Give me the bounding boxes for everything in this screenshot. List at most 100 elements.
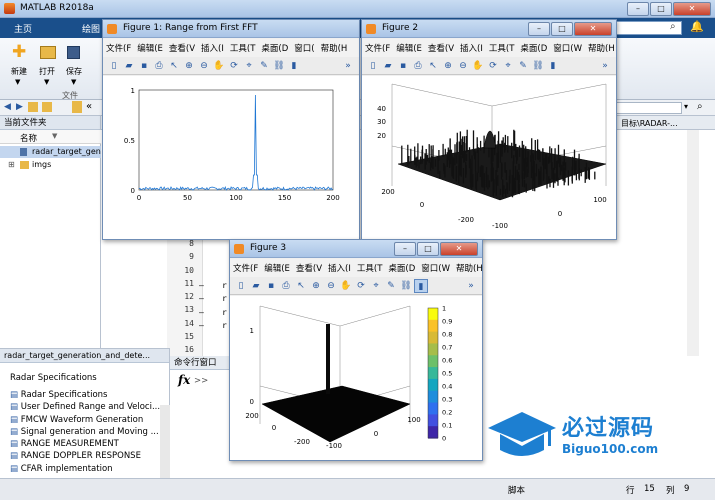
rotate-icon[interactable]: ⟳ bbox=[354, 279, 368, 293]
zoom-out-icon[interactable]: ⊖ bbox=[324, 279, 338, 293]
close-button[interactable]: ✕ bbox=[574, 22, 612, 36]
menu-view[interactable]: 查看(V bbox=[166, 42, 198, 54]
list-item[interactable]: ⊞ imgs bbox=[0, 159, 101, 171]
list-item[interactable]: radar_target_gene bbox=[0, 146, 106, 158]
print-icon[interactable]: ⎙ bbox=[411, 59, 425, 73]
zoom-in-icon[interactable]: ⊕ bbox=[309, 279, 323, 293]
up-folder-icon[interactable] bbox=[28, 102, 38, 112]
menu-window[interactable]: 窗口(W bbox=[550, 42, 585, 54]
brush-icon[interactable]: ✎ bbox=[257, 59, 271, 73]
pan-icon[interactable]: ✋ bbox=[471, 59, 485, 73]
menu-insert[interactable]: 插入(I bbox=[457, 42, 486, 54]
search-icon[interactable]: ⌕ bbox=[670, 21, 676, 32]
figure2-plot[interactable]: 20 30 40 200 0 -200 -100 0 100 bbox=[362, 76, 616, 239]
save-icon[interactable] bbox=[67, 46, 80, 59]
open-file-icon[interactable]: ▰ bbox=[249, 279, 263, 293]
data-cursor-icon[interactable]: ⌖ bbox=[501, 59, 515, 73]
new-figure-icon[interactable]: ▯ bbox=[234, 279, 248, 293]
link-icon[interactable]: ⛓ bbox=[531, 59, 545, 73]
colorbar-toggle-icon[interactable]: ▮ bbox=[414, 278, 428, 293]
menu-tools[interactable]: 工具(T bbox=[354, 262, 386, 274]
zoom-out-icon[interactable]: ⊖ bbox=[456, 59, 470, 73]
maximize-button[interactable]: □ bbox=[650, 2, 672, 16]
figure2-title-bar[interactable]: Figure 2 – □ ✕ bbox=[362, 20, 616, 38]
pointer-icon[interactable]: ↖ bbox=[167, 59, 181, 73]
open-file-icon[interactable]: ▰ bbox=[381, 59, 395, 73]
print-icon[interactable]: ⎙ bbox=[279, 279, 293, 293]
pan-icon[interactable]: ✋ bbox=[339, 279, 353, 293]
minimize-button[interactable]: – bbox=[394, 242, 416, 256]
list-item[interactable]: ▤ RANGE DOPPLER RESPONSE bbox=[10, 450, 160, 462]
list-item[interactable]: ▤ FMCW Waveform Generation bbox=[10, 414, 160, 426]
data-cursor-icon[interactable]: ⌖ bbox=[242, 59, 256, 73]
colorbar-toggle-icon[interactable]: ▮ bbox=[546, 59, 560, 73]
editor-scrollbar[interactable] bbox=[687, 130, 699, 356]
menu-window[interactable]: 窗口( bbox=[291, 42, 317, 54]
menu-view[interactable]: 查看(V bbox=[425, 42, 457, 54]
details-scrollbar[interactable] bbox=[160, 405, 170, 479]
rotate-icon[interactable]: ⟳ bbox=[486, 59, 500, 73]
menu-window[interactable]: 窗口(W bbox=[418, 262, 453, 274]
data-cursor-icon[interactable]: ⌖ bbox=[369, 279, 383, 293]
chevron-down-icon[interactable]: ▼ bbox=[15, 78, 20, 86]
expand-icon[interactable]: ⊞ bbox=[8, 160, 15, 169]
zoom-in-icon[interactable]: ⊕ bbox=[182, 59, 196, 73]
minimize-button[interactable]: – bbox=[528, 22, 550, 36]
toolbar-overflow-icon[interactable]: » bbox=[341, 59, 355, 73]
sort-down-icon[interactable]: ▼ bbox=[52, 132, 57, 140]
menu-edit[interactable]: 编辑(E bbox=[393, 42, 425, 54]
brush-icon[interactable]: ✎ bbox=[516, 59, 530, 73]
browse-folder-icon[interactable] bbox=[42, 102, 52, 112]
path-overflow[interactable]: « bbox=[86, 101, 92, 112]
list-item[interactable]: ▤ RANGE MEASUREMENT bbox=[10, 438, 160, 450]
rotate-icon[interactable]: ⟳ bbox=[227, 59, 241, 73]
zoom-in-icon[interactable]: ⊕ bbox=[441, 59, 455, 73]
menu-tools[interactable]: 工具(T bbox=[227, 42, 259, 54]
minimize-button[interactable]: – bbox=[627, 2, 649, 16]
figure2-window[interactable]: Figure 2 – □ ✕ 文件(F 编辑(E 查看(V 插入(I 工具(T … bbox=[361, 19, 617, 240]
menu-desktop[interactable]: 桌面(D bbox=[385, 262, 418, 274]
maximize-button[interactable]: □ bbox=[551, 22, 573, 36]
pointer-icon[interactable]: ↖ bbox=[426, 59, 440, 73]
list-item[interactable]: ▤ User Defined Range and Veloci... bbox=[10, 401, 160, 413]
chevron-down-icon[interactable]: ▼ bbox=[44, 78, 49, 86]
print-icon[interactable]: ⎙ bbox=[152, 59, 166, 73]
figure1-window[interactable]: Figure 1: Range from First FFT 文件(F 编辑(E… bbox=[102, 19, 360, 240]
colorbar-toggle-icon[interactable]: ▮ bbox=[287, 59, 301, 73]
notification-icon[interactable]: 🔔 bbox=[690, 20, 704, 33]
fx-icon[interactable]: fx bbox=[178, 373, 190, 387]
open-file-icon[interactable]: ▰ bbox=[122, 59, 136, 73]
toolbar-overflow-icon[interactable]: » bbox=[598, 59, 612, 73]
save-figure-icon[interactable]: ▪ bbox=[137, 59, 151, 73]
link-icon[interactable]: ⛓ bbox=[399, 279, 413, 293]
tab-home[interactable]: 主页 bbox=[14, 22, 32, 35]
menu-insert[interactable]: 插入(I bbox=[198, 42, 227, 54]
list-item[interactable]: ▤ Signal generation and Moving ... bbox=[10, 426, 160, 438]
name-column-header[interactable]: 名称 bbox=[20, 132, 37, 144]
save-figure-icon[interactable]: ▪ bbox=[396, 59, 410, 73]
back-icon[interactable]: ◀ bbox=[4, 102, 11, 112]
tab-plots[interactable]: 绘图 bbox=[82, 22, 100, 35]
new-figure-icon[interactable]: ▯ bbox=[366, 59, 380, 73]
zoom-out-icon[interactable]: ⊖ bbox=[197, 59, 211, 73]
new-button-label[interactable]: 新建 bbox=[11, 66, 27, 77]
figure1-plot[interactable]: 0 50 100 150 200 0 0.5 1 bbox=[103, 76, 359, 239]
menu-help[interactable]: 帮助(H bbox=[318, 42, 351, 54]
menu-desktop[interactable]: 桌面(D bbox=[517, 42, 550, 54]
menu-tools[interactable]: 工具(T bbox=[486, 42, 518, 54]
figure1-title-bar[interactable]: Figure 1: Range from First FFT bbox=[103, 20, 359, 38]
menu-help[interactable]: 帮助(H bbox=[453, 262, 482, 274]
open-folder-icon[interactable] bbox=[40, 46, 56, 59]
chevron-down-icon[interactable]: ▼ bbox=[71, 78, 76, 86]
close-button[interactable]: ✕ bbox=[440, 242, 478, 256]
menu-view[interactable]: 查看(V bbox=[293, 262, 325, 274]
menu-help[interactable]: 帮助(H bbox=[585, 42, 616, 54]
menu-file[interactable]: 文件(F bbox=[230, 262, 261, 274]
menu-edit[interactable]: 编辑(E bbox=[134, 42, 166, 54]
new-figure-icon[interactable]: ▯ bbox=[107, 59, 121, 73]
pointer-icon[interactable]: ↖ bbox=[294, 279, 308, 293]
save-figure-icon[interactable]: ▪ bbox=[264, 279, 278, 293]
close-button[interactable]: ✕ bbox=[673, 2, 711, 16]
forward-icon[interactable]: ▶ bbox=[16, 102, 23, 112]
brush-icon[interactable]: ✎ bbox=[384, 279, 398, 293]
